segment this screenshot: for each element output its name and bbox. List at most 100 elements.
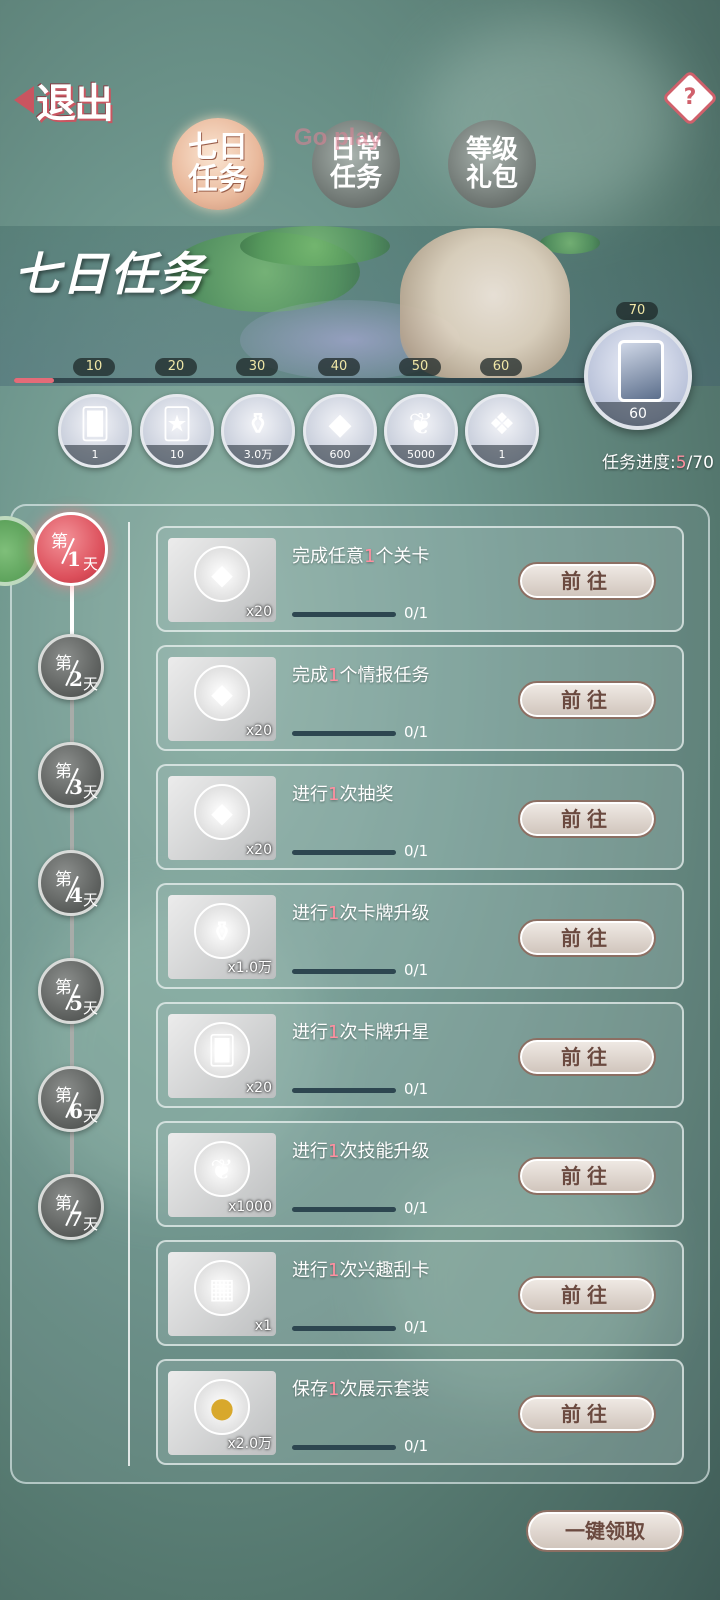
day-number: 5 [69, 991, 83, 1015]
go-button[interactable]: 前往 [518, 919, 656, 957]
reward-quantity: x20 [245, 1080, 272, 1096]
task-text-post: 个关卡 [375, 546, 430, 567]
card-pack-icon: 🂠 [194, 1022, 250, 1078]
milestone-label: 20 [155, 358, 197, 376]
task-progress-label: 任务进度: [602, 453, 676, 473]
go-button[interactable]: 前往 [518, 681, 656, 719]
tab-seven-day-tasks[interactable]: 七日 任务 [172, 118, 264, 210]
task-description: 完成1个情报任务 [292, 661, 429, 687]
task-text-num: 1 [328, 1141, 340, 1162]
go-button[interactable]: 前往 [518, 1276, 656, 1314]
card-icon: 🂠 [79, 407, 111, 442]
milestone-reward[interactable]: ⚱ 3.0万 [221, 394, 295, 468]
milestone-label: 60 [480, 358, 522, 376]
exit-button[interactable]: 退出 [14, 72, 122, 128]
banner-title: 七日任务 [14, 247, 206, 301]
reward-count: 1 [468, 445, 536, 465]
task-description: 进行1次技能升级 [292, 1137, 429, 1163]
tab-label-line1: 等级 [465, 135, 518, 165]
day-number: 4 [69, 883, 83, 907]
milestone-label: 50 [399, 358, 441, 376]
tab-level-gifts[interactable]: 等级 礼包 [448, 120, 536, 208]
task-text-pre: 进行 [292, 1141, 328, 1162]
task-reward-thumb: ❦ x1000 [168, 1133, 276, 1217]
final-milestone-reward[interactable]: 60 [584, 322, 692, 430]
task-progress-count: 0/1 [404, 1318, 429, 1336]
task-text-pre: 完成 [292, 665, 328, 686]
reward-quantity: x1 [254, 1318, 272, 1334]
day-rail-active [70, 580, 74, 640]
dragon-icon: ❦ [194, 1141, 250, 1197]
reward-count: 600 [306, 445, 374, 465]
task-progress-count: 0/1 [404, 1437, 429, 1455]
day-di: 第 [51, 532, 68, 552]
task-reward-thumb: ◆ x20 [168, 538, 276, 622]
day-4-tab[interactable]: 第4天 [38, 850, 104, 916]
dragon-icon: ❦ [408, 407, 434, 442]
task-text-pre: 保存 [292, 1379, 328, 1400]
task-card: ◆ x20 进行1次抽奖 0/1 前往 [156, 764, 684, 870]
task-reward-thumb: 🂠 x20 [168, 1014, 276, 1098]
task-text-num: 1 [364, 546, 376, 567]
go-button[interactable]: 前往 [518, 800, 656, 838]
task-text-post: 次卡牌升星 [339, 1022, 430, 1043]
task-text-pre: 完成任意 [292, 546, 364, 567]
day-number: 6 [69, 1099, 83, 1123]
day-7-tab[interactable]: 第7天 [38, 1174, 104, 1240]
final-milestone-label: 70 [616, 302, 658, 320]
day-number: 2 [69, 667, 83, 691]
milestone-progress-fill [14, 378, 55, 383]
task-text-post: 次卡牌升级 [339, 903, 430, 924]
task-text-pre: 进行 [292, 1022, 328, 1043]
divider [128, 522, 130, 1466]
day-number: 1 [67, 547, 81, 571]
task-text-pre: 进行 [292, 784, 328, 805]
reward-quantity: x1000 [228, 1199, 272, 1215]
day-6-tab[interactable]: 第6天 [38, 1066, 104, 1132]
task-card: ▦ x1 进行1次兴趣刮卡 0/1 前往 [156, 1240, 684, 1346]
task-text-post: 次展示套装 [339, 1379, 430, 1400]
reward-quantity: x20 [245, 604, 272, 620]
go-button[interactable]: 前往 [518, 1157, 656, 1195]
day-tian: 天 [83, 675, 99, 693]
task-progress-bar [292, 1207, 396, 1212]
task-card: 🂠 x20 进行1次卡牌升星 0/1 前往 [156, 1002, 684, 1108]
task-card: ❦ x1000 进行1次技能升级 0/1 前往 [156, 1121, 684, 1227]
go-button[interactable]: 前往 [518, 1038, 656, 1076]
claim-all-button[interactable]: 一键领取 [526, 1510, 684, 1552]
reward-count: 10 [143, 445, 211, 465]
milestone-reward[interactable]: ❖ 1 [465, 394, 539, 468]
milestone-progress-bar [14, 378, 586, 383]
crystal-shoe-icon: ◆ [194, 546, 250, 602]
day-5-tab[interactable]: 第5天 [38, 958, 104, 1024]
task-text-num: 1 [328, 784, 340, 805]
milestone-reward[interactable]: 🃏 10 [140, 394, 214, 468]
day-3-tab[interactable]: 第3天 [38, 742, 104, 808]
task-description: 进行1次抽奖 [292, 780, 393, 806]
day-tian: 天 [83, 783, 99, 801]
task-text-post: 次兴趣刮卡 [339, 1260, 430, 1281]
task-text-post: 次抽奖 [339, 784, 394, 805]
task-card: ● x2.0万 保存1次展示套装 0/1 前往 [156, 1359, 684, 1465]
task-description: 进行1次兴趣刮卡 [292, 1256, 429, 1282]
milestone-reward[interactable]: 🂠 1 [58, 394, 132, 468]
perfume-bottle-icon: ⚱ [194, 903, 250, 959]
task-progress-bar [292, 1445, 396, 1450]
task-reward-thumb: ⚱ x1.0万 [168, 895, 276, 979]
task-reward-thumb: ▦ x1 [168, 1252, 276, 1336]
card-pack-icon [618, 340, 664, 402]
task-progress-count: 0/1 [404, 842, 429, 860]
lily-pad-decoration [240, 226, 390, 266]
task-progress-count: 0/1 [404, 1080, 429, 1098]
task-description: 完成任意1个关卡 [292, 542, 429, 568]
task-progress-bar [292, 1088, 396, 1093]
go-button[interactable]: 前往 [518, 562, 656, 600]
day-1-tab[interactable]: 第1天 [34, 512, 108, 586]
watermark: Go play [294, 124, 383, 151]
milestone-reward[interactable]: ❦ 5000 [384, 394, 458, 468]
day-2-tab[interactable]: 第2天 [38, 634, 104, 700]
task-progress-bar [292, 1326, 396, 1331]
task-text-post: 次技能升级 [339, 1141, 430, 1162]
go-button[interactable]: 前往 [518, 1395, 656, 1433]
milestone-reward[interactable]: ◆ 600 [303, 394, 377, 468]
